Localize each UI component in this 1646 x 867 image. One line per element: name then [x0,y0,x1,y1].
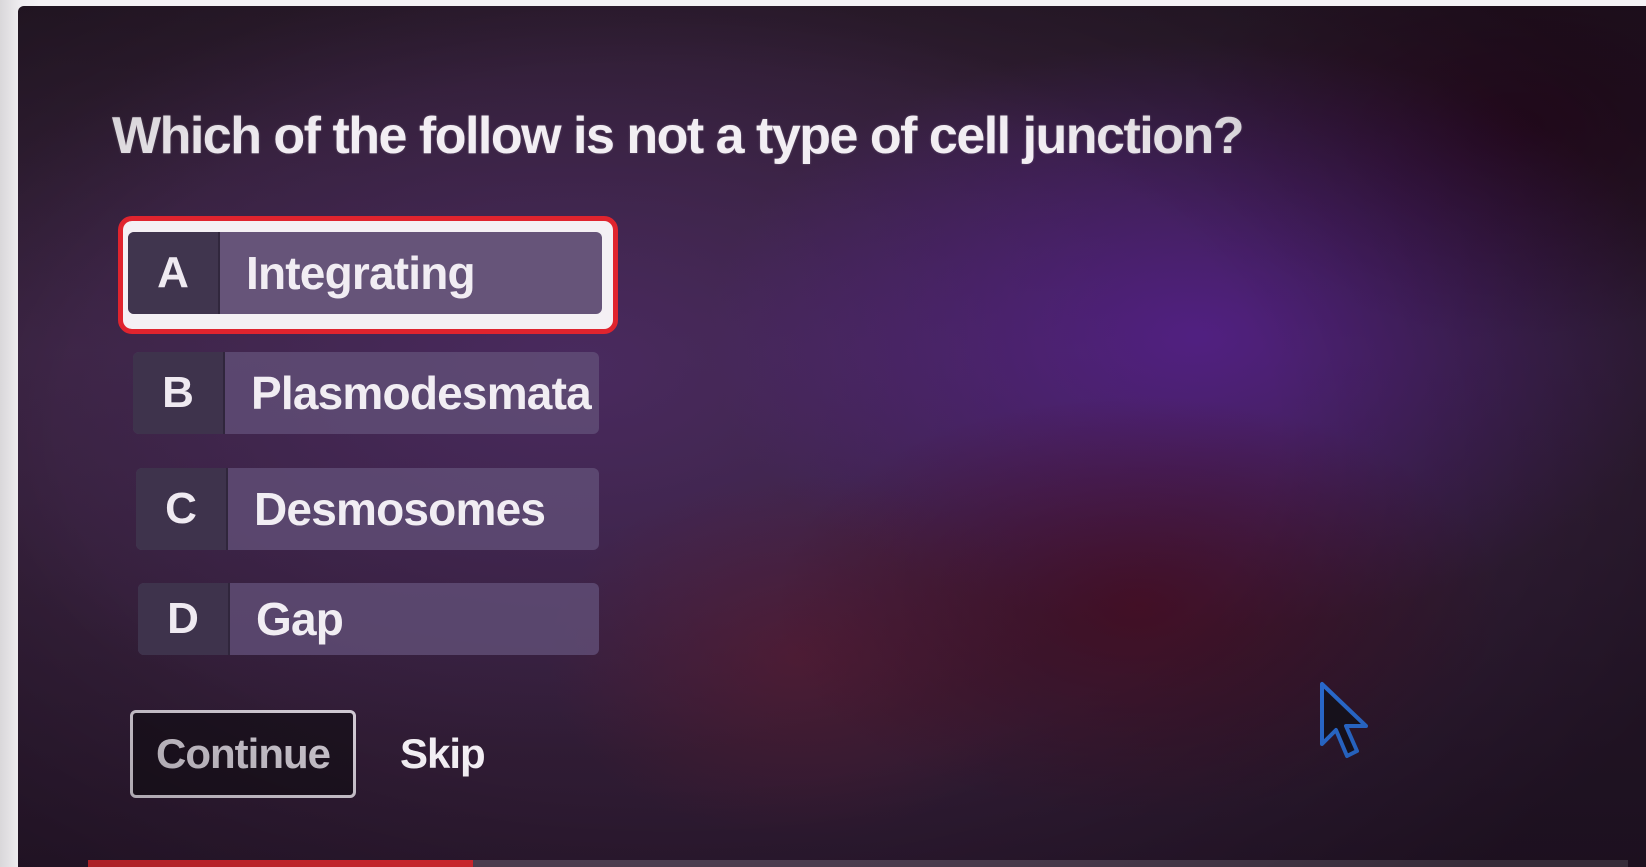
progress-bar-fill [88,860,473,867]
option-letter: C [136,468,228,550]
option-label: Desmosomes [254,483,546,535]
skip-button[interactable]: Skip [400,730,486,778]
mouse-pointer-icon [1320,682,1368,758]
answer-option-c[interactable]: C Desmosomes [136,468,599,550]
option-label: Integrating [246,247,476,299]
option-label: Gap [256,593,344,645]
answer-option-a[interactable]: A Integrating [128,232,602,314]
continue-button[interactable]: Continue [130,710,356,798]
quiz-screen: Which of the follow is not a type of cel… [18,6,1646,867]
question-text: Which of the follow is not a type of cel… [112,107,1245,165]
option-letter: A [128,232,220,314]
answer-option-d[interactable]: D Gap [138,583,599,655]
option-label: Plasmodesmata [251,367,592,419]
option-letter: B [133,352,225,434]
answer-option-b[interactable]: B Plasmodesmata [133,352,599,434]
option-letter: D [138,583,230,655]
progress-bar [88,860,1628,867]
